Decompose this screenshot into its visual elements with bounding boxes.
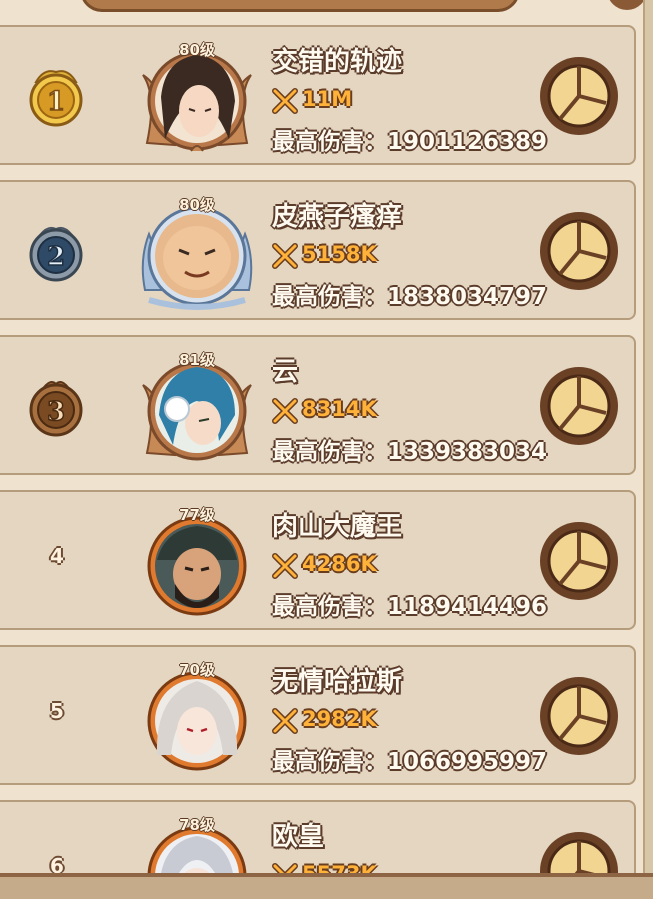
- ranking-row[interactable]: 2 80级 皮燕子瘙痒 5158K 最高伤害：1838034797: [0, 180, 636, 320]
- rank-number: 4: [50, 544, 64, 568]
- combat-power: 8314K: [302, 397, 377, 421]
- max-damage: 最高伤害：1339383034: [272, 432, 547, 466]
- bronze-medal-icon: 3: [29, 381, 83, 437]
- max-damage: 最高伤害：1838034797: [272, 277, 547, 311]
- combat-power: 5158K: [302, 242, 377, 266]
- max-damage-label: 最高伤害：: [272, 594, 387, 620]
- avatar[interactable]: 81级: [135, 345, 259, 469]
- crossed-swords-icon: [272, 708, 298, 734]
- rank-cell: 3: [2, 337, 83, 473]
- level-badge: 77级: [179, 506, 215, 524]
- max-damage-value: 1901126389: [387, 129, 548, 155]
- max-damage-value: 1066995997: [387, 749, 548, 775]
- rank-cell: 6: [2, 802, 82, 875]
- player-name: 交错的轨迹: [272, 47, 403, 77]
- player-name: 无情哈拉斯: [272, 667, 403, 697]
- pie-chart-icon[interactable]: [538, 365, 620, 447]
- pie-chart-icon[interactable]: [538, 675, 620, 757]
- max-damage-label: 最高伤害：: [272, 439, 387, 465]
- max-damage-label: 最高伤害：: [272, 129, 387, 155]
- pie-chart-icon[interactable]: [538, 520, 620, 602]
- ranking-row[interactable]: 5 70级 无情哈拉斯 2982K 最高伤害：1066995997: [0, 645, 636, 785]
- svg-text:1: 1: [47, 87, 65, 117]
- ranking-row[interactable]: 3 81级 云 8314K 最高伤害：1339383034: [0, 335, 636, 475]
- ranking-list[interactable]: 1 80级 交错的轨迹 11M 最高伤害：1901126389 2 80级 皮燕…: [0, 0, 653, 875]
- rank-cell: 2: [2, 182, 83, 318]
- svg-text:2: 2: [47, 242, 65, 272]
- combat-power: 2982K: [302, 707, 377, 731]
- player-name: 肉山大魔王: [272, 512, 403, 542]
- level-badge: 70级: [179, 661, 215, 679]
- max-damage-value: 1339383034: [387, 439, 548, 465]
- level-badge: 78级: [179, 816, 215, 834]
- level-badge: 81级: [179, 351, 215, 369]
- player-name: 欧皇: [272, 822, 325, 852]
- max-damage-value: 1189414496: [387, 594, 548, 620]
- player-name: 皮燕子瘙痒: [272, 202, 403, 232]
- rank-cell: 1: [2, 27, 83, 163]
- max-damage-label: 最高伤害：: [272, 749, 387, 775]
- crossed-swords-icon: [272, 398, 298, 424]
- crossed-swords-icon: [272, 243, 298, 269]
- silver-medal-icon: 2: [29, 226, 83, 282]
- avatar[interactable]: 77级: [135, 500, 259, 624]
- rank-number: 6: [50, 854, 64, 875]
- avatar[interactable]: 70级: [135, 655, 259, 779]
- pie-chart-icon[interactable]: [538, 55, 620, 137]
- level-badge: 80级: [179, 196, 215, 214]
- ranking-row[interactable]: 6 78级 欧皇 5573K: [0, 800, 636, 875]
- avatar[interactable]: 80级: [135, 190, 259, 314]
- rank-cell: 5: [2, 647, 82, 783]
- combat-power: 4286K: [302, 552, 377, 576]
- pie-chart-icon[interactable]: [538, 830, 620, 875]
- avatar[interactable]: 80级: [135, 35, 259, 159]
- rank-cell: 4: [2, 492, 82, 628]
- crossed-swords-icon: [272, 553, 298, 579]
- player-name: 云: [272, 357, 299, 387]
- max-damage: 最高伤害：1066995997: [272, 742, 547, 776]
- crossed-swords-icon: [272, 88, 298, 114]
- gold-medal-icon: 1: [29, 70, 83, 127]
- max-damage-label: 最高伤害：: [272, 284, 387, 310]
- pie-chart-icon[interactable]: [538, 210, 620, 292]
- combat-power: 11M: [302, 87, 353, 111]
- max-damage: 最高伤害：1189414496: [272, 587, 547, 621]
- svg-text:3: 3: [47, 397, 65, 427]
- avatar[interactable]: 78级: [135, 810, 259, 875]
- ranking-row[interactable]: 1 80级 交错的轨迹 11M 最高伤害：1901126389: [0, 25, 636, 165]
- rank-number: 5: [50, 699, 64, 723]
- ranking-row[interactable]: 4 77级 肉山大魔王 4286K 最高伤害：1189414496: [0, 490, 636, 630]
- max-damage: 最高伤害：1901126389: [272, 122, 547, 156]
- max-damage-value: 1838034797: [387, 284, 548, 310]
- bottom-frame: [0, 873, 653, 899]
- level-badge: 80级: [179, 41, 215, 59]
